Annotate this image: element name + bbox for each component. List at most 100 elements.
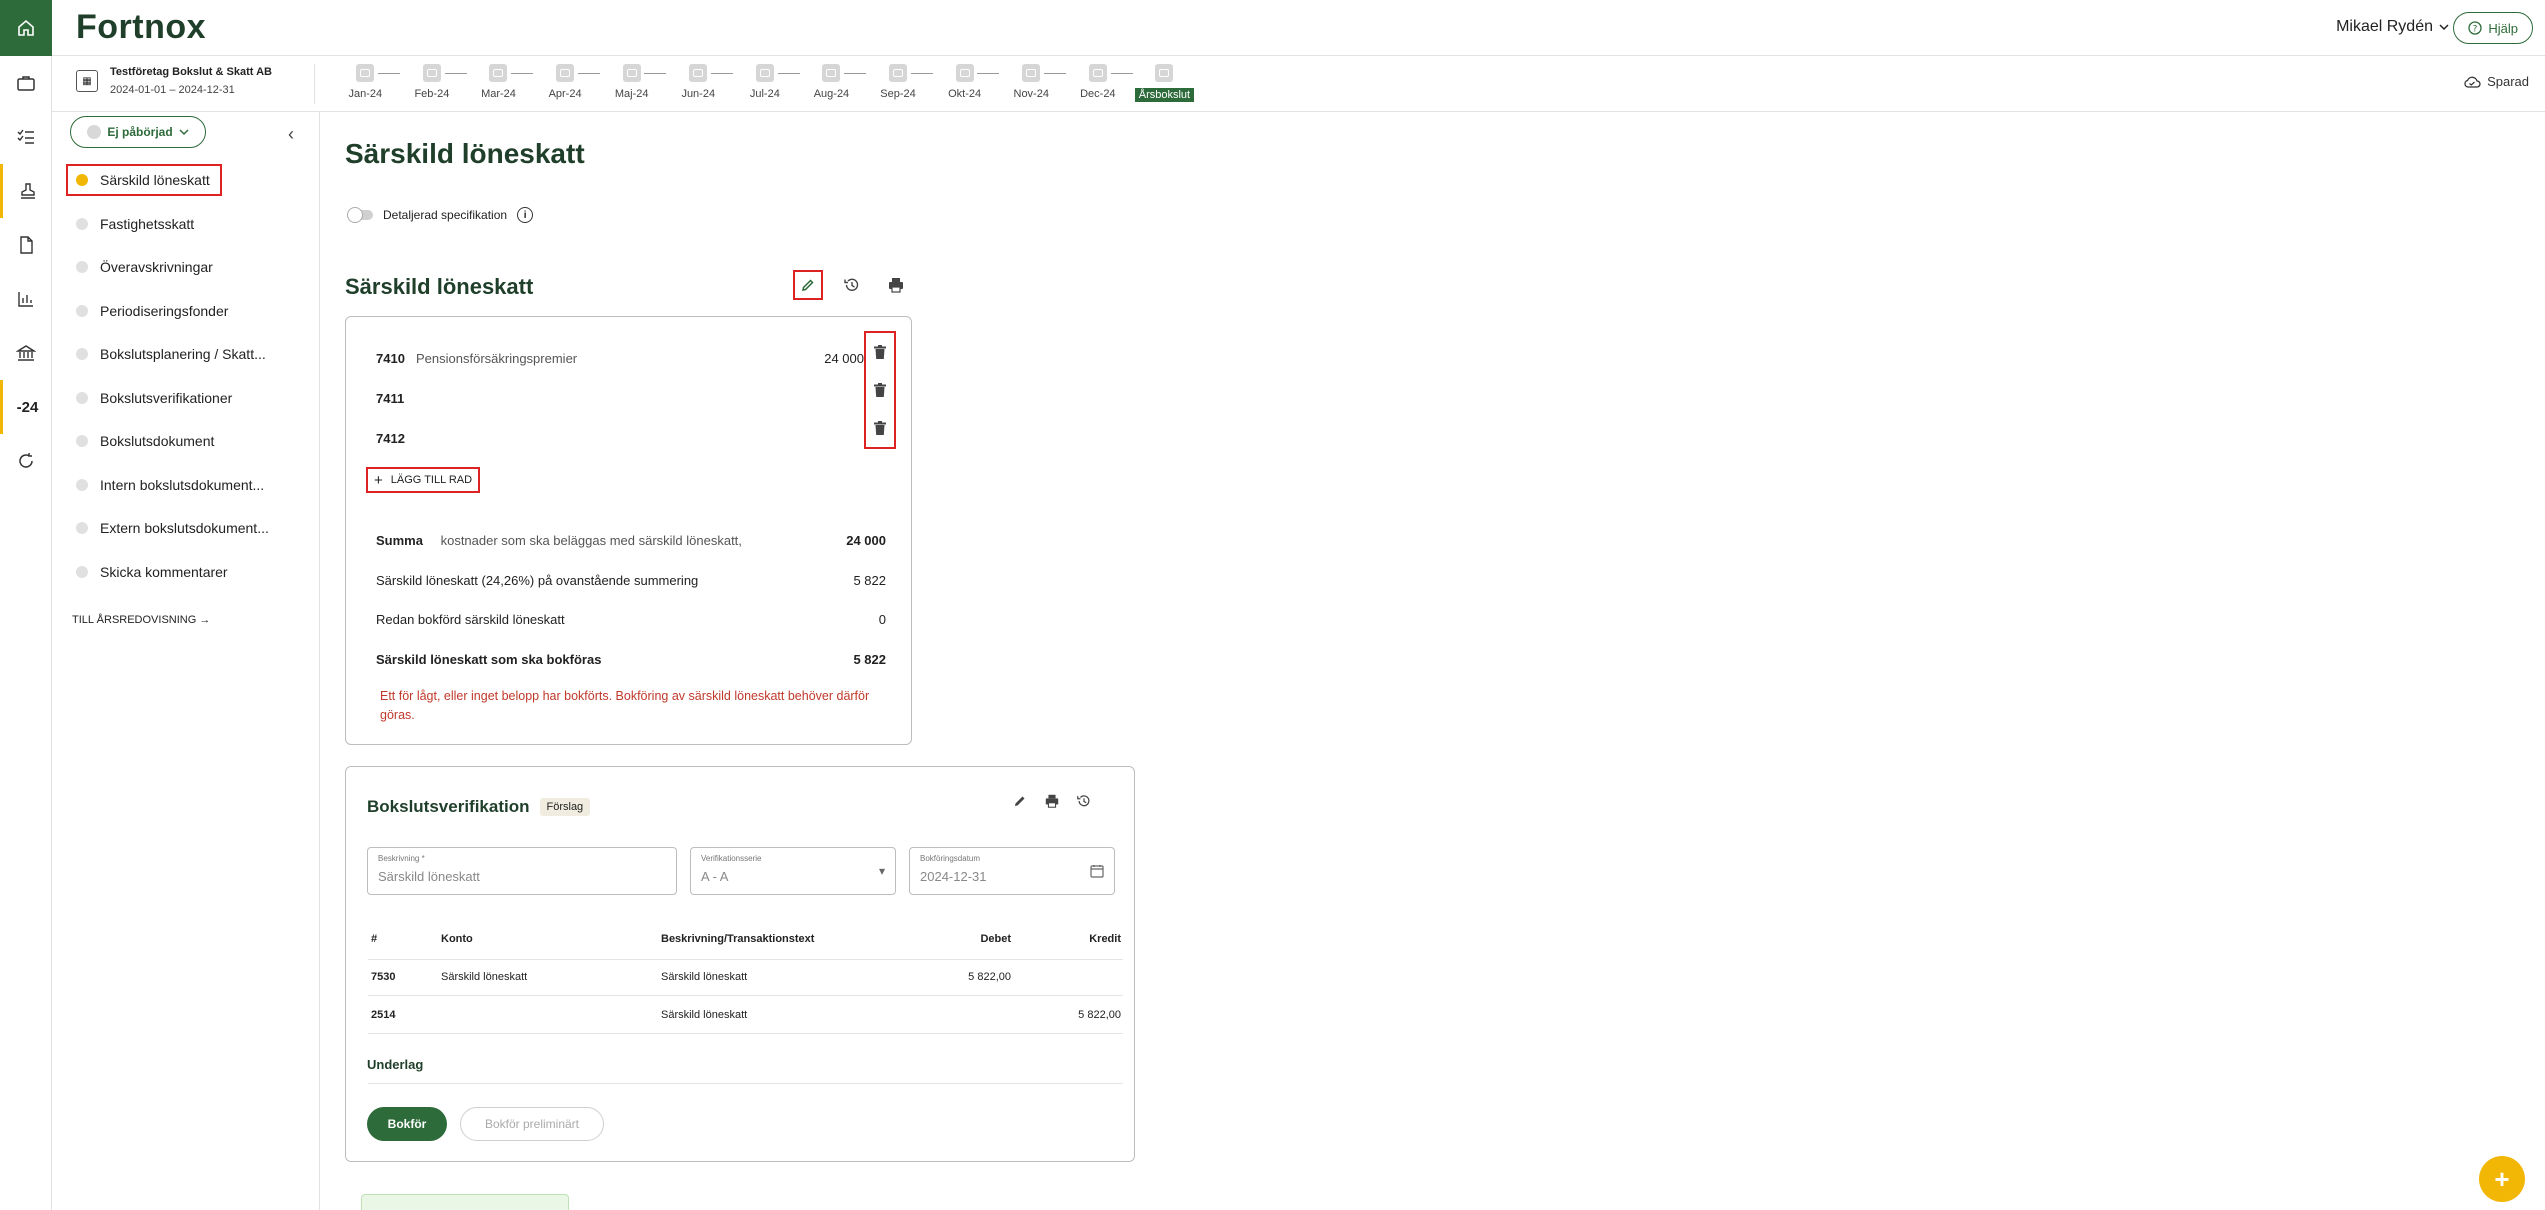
month-label: Jan-24 bbox=[348, 88, 383, 100]
sidebar-item-label: Bokslutsverifikationer bbox=[100, 389, 233, 406]
series-select[interactable]: Verifikationsserie A - A ▾ bbox=[690, 847, 896, 895]
to-book-row: Särskild löneskatt som ska bokföras 5 82… bbox=[376, 652, 886, 667]
account-row[interactable]: 7411 bbox=[376, 391, 416, 406]
detailed-spec-label: Detaljerad specifikation bbox=[383, 208, 508, 222]
company-info[interactable]: ▦ Testföretag Bokslut & Skatt AB 2024-01… bbox=[76, 66, 272, 96]
period-rail-item[interactable]: -24 bbox=[0, 380, 52, 434]
month-label: Nov-24 bbox=[1013, 88, 1049, 100]
sidebar-item[interactable]: Fastighetsskatt bbox=[66, 202, 306, 246]
status-dot-icon bbox=[76, 522, 88, 535]
book-preliminary-button[interactable]: Bokför preliminärt bbox=[460, 1107, 604, 1141]
account-row[interactable]: 7412 bbox=[376, 431, 416, 446]
status-dot-icon bbox=[76, 435, 88, 448]
verification-title-row: Bokslutsverifikation Förslag bbox=[367, 797, 591, 817]
account-row[interactable]: 7410 Pensionsförsäkringspremier 24 000 bbox=[376, 351, 864, 366]
sidebar-item[interactable]: Särskild löneskatt bbox=[66, 164, 222, 196]
month-step[interactable]: Mar-24 bbox=[465, 64, 534, 102]
status-dot-icon bbox=[76, 391, 88, 404]
sidebar-item[interactable]: Intern bokslutsdokument... bbox=[66, 463, 306, 507]
sidebar-item[interactable]: Bokslutsplanering / Skatt... bbox=[66, 333, 306, 377]
date-field-label: Bokföringsdatum bbox=[920, 854, 981, 863]
plus-icon: + bbox=[374, 471, 383, 489]
month-step[interactable]: Jan-24 bbox=[332, 64, 400, 102]
lock-icon bbox=[489, 64, 508, 82]
description-field-value: Särskild löneskatt bbox=[378, 869, 480, 884]
month-step[interactable]: Okt-24 bbox=[931, 64, 1000, 102]
sidebar-item-label: Bokslutsdokument bbox=[100, 433, 215, 450]
fortnox-logo[interactable]: Fortnox bbox=[76, 8, 206, 47]
book-button[interactable]: Bokför bbox=[367, 1107, 447, 1141]
account-amount: 24 000 bbox=[824, 351, 864, 366]
closing-sidebar: Ej påbörjad ‹ Särskild löneskatt Fastighe… bbox=[52, 112, 320, 1210]
help-button[interactable]: ? Hjälp bbox=[2453, 12, 2533, 44]
history-button[interactable] bbox=[837, 270, 867, 300]
lock-icon bbox=[1088, 64, 1107, 82]
add-fab-button[interactable]: + bbox=[2479, 1156, 2525, 1202]
trash-icon[interactable] bbox=[874, 383, 886, 397]
bank-icon[interactable] bbox=[0, 326, 52, 380]
sidebar-item[interactable]: Bokslutsdokument bbox=[66, 420, 306, 464]
month-step[interactable]: Årsbokslut bbox=[1131, 64, 1198, 102]
month-step[interactable]: Dec-24 bbox=[1065, 64, 1133, 102]
account-number: 7410 bbox=[376, 351, 405, 366]
month-label: Jun-24 bbox=[681, 88, 716, 100]
pencil-icon[interactable] bbox=[1012, 793, 1028, 809]
divider bbox=[368, 995, 1123, 996]
printer-icon[interactable] bbox=[1044, 793, 1060, 809]
sidebar-item[interactable]: Överavskrivningar bbox=[66, 246, 306, 290]
account-name: Pensionsförsäkringspremier bbox=[416, 351, 578, 366]
add-row-button[interactable]: + LÄGG TILL RAD bbox=[366, 467, 481, 493]
status-dropdown[interactable]: Ej påbörjad bbox=[70, 116, 206, 148]
month-step[interactable]: Jul-24 bbox=[732, 64, 800, 102]
collapse-sidebar-icon[interactable]: ‹ bbox=[288, 124, 294, 145]
month-step[interactable]: Apr-24 bbox=[532, 64, 600, 102]
date-field[interactable]: Bokföringsdatum 2024-12-31 bbox=[909, 847, 1115, 895]
timeline-connector bbox=[777, 73, 800, 74]
chevron-down-icon bbox=[2439, 24, 2449, 31]
sidebar-item[interactable]: Skicka kommentarer bbox=[66, 550, 306, 594]
col-description: Beskrivning/Transaktionstext bbox=[661, 933, 815, 945]
printer-icon bbox=[889, 278, 903, 293]
edit-button[interactable] bbox=[793, 270, 823, 300]
lock-icon bbox=[755, 64, 774, 82]
calendar-icon[interactable] bbox=[1090, 864, 1104, 878]
icon-rail: -24 bbox=[0, 0, 52, 1210]
print-button[interactable] bbox=[881, 270, 911, 300]
timeline-connector bbox=[977, 73, 1000, 74]
user-menu[interactable]: Mikael Rydén bbox=[2336, 18, 2449, 36]
month-step[interactable]: Feb-24 bbox=[399, 64, 467, 102]
info-icon[interactable]: i bbox=[517, 207, 534, 223]
month-step[interactable]: Sep-24 bbox=[865, 64, 933, 102]
description-field[interactable]: Beskrivning * Särskild löneskatt bbox=[367, 847, 677, 895]
month-step[interactable]: Aug-24 bbox=[798, 64, 867, 102]
lock-icon bbox=[822, 64, 841, 82]
checklist-icon[interactable] bbox=[0, 110, 52, 164]
trash-icon[interactable] bbox=[874, 421, 886, 435]
salary-tax-card: 7410 Pensionsförsäkringspremier 24 000 7… bbox=[345, 316, 912, 745]
document-icon[interactable] bbox=[0, 218, 52, 272]
sidebar-item[interactable]: Extern bokslutsdokument... bbox=[66, 507, 306, 551]
sidebar-item[interactable]: Periodiseringsfonder bbox=[66, 289, 306, 333]
refresh-icon[interactable] bbox=[0, 434, 52, 488]
bar-chart-icon[interactable] bbox=[0, 272, 52, 326]
col-debit: Debet bbox=[980, 933, 1011, 945]
to-annual-report-link[interactable]: TILL ÅRSREDOVISNING → bbox=[72, 614, 210, 626]
sidebar-item[interactable]: Bokslutsverifikationer bbox=[66, 376, 306, 420]
account-number: 7411 bbox=[376, 391, 405, 406]
booked-row: Redan bokförd särskild löneskatt 0 bbox=[376, 612, 886, 627]
trash-icon[interactable] bbox=[874, 345, 886, 359]
month-step[interactable]: Nov-24 bbox=[998, 64, 1066, 102]
month-step[interactable]: Jun-24 bbox=[665, 64, 733, 102]
period-bar: ▦ Testföretag Bokslut & Skatt AB 2024-01… bbox=[52, 56, 2545, 112]
briefcase-icon[interactable] bbox=[0, 56, 52, 110]
history-icon[interactable] bbox=[1076, 793, 1092, 809]
home-icon[interactable] bbox=[0, 0, 52, 56]
stamp-icon[interactable] bbox=[0, 164, 52, 218]
plus-icon: + bbox=[2494, 1163, 2510, 1194]
top-bar: Fortnox Mikael Rydén ? Hjälp bbox=[52, 0, 2545, 56]
row-credit: 5 822,00 bbox=[1078, 1009, 1121, 1021]
attachments-label[interactable]: Underlag bbox=[367, 1057, 423, 1072]
sidebar-item-label: Överavskrivningar bbox=[100, 259, 213, 276]
month-step[interactable]: Maj-24 bbox=[598, 64, 667, 102]
detailed-spec-toggle[interactable] bbox=[347, 207, 373, 223]
